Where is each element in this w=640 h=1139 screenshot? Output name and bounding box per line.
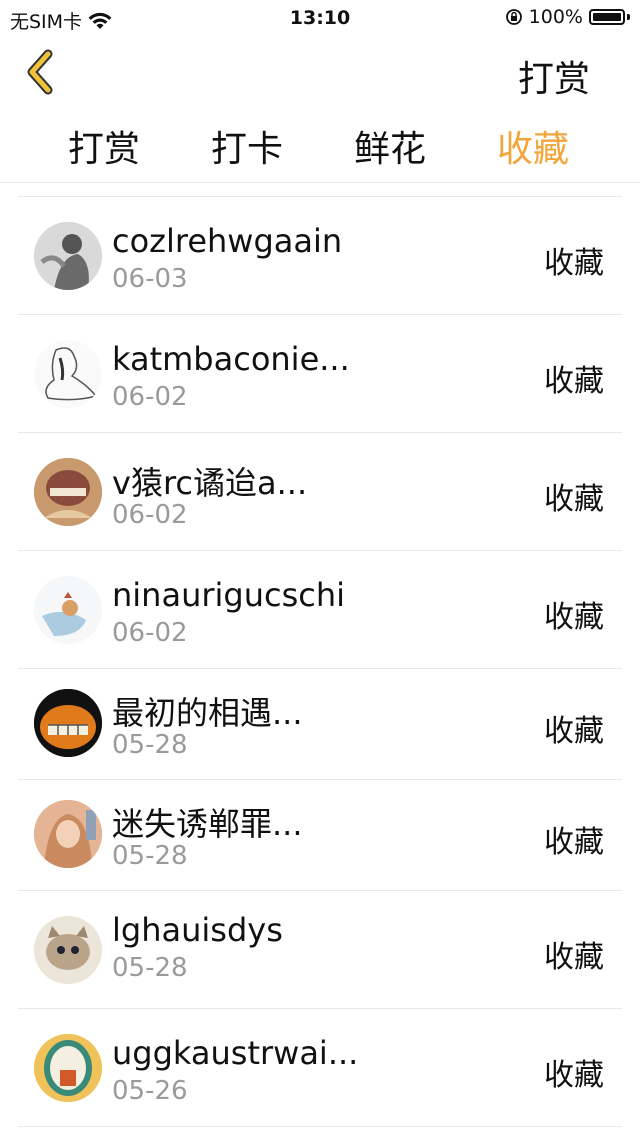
user-name: cozlrehwgaain	[112, 222, 343, 260]
favorite-label: 收藏	[544, 1058, 604, 1093]
avatar	[34, 222, 102, 290]
list-item[interactable]: 迷失诱郸罪... 05-28 收藏	[18, 780, 622, 891]
user-name: v猿rc谲迨a...	[112, 464, 308, 502]
date-label: 06-02	[112, 382, 188, 412]
tab-reward[interactable]: 打赏	[68, 120, 140, 172]
list-item[interactable]: uggkaustrwai... 05-26 收藏	[18, 1009, 622, 1127]
favorite-label: 收藏	[544, 940, 604, 975]
date-label: 05-28	[112, 953, 188, 983]
user-name: uggkaustrwai...	[112, 1034, 359, 1072]
avatar	[34, 340, 102, 408]
avatar	[34, 458, 102, 526]
avatar	[34, 916, 102, 984]
favorite-label: 收藏	[544, 246, 604, 281]
nav-bar: 打赏	[0, 36, 640, 108]
favorite-label: 收藏	[544, 600, 604, 635]
chevron-left-icon	[27, 49, 53, 95]
user-name: ninaurigucschi	[112, 576, 346, 614]
list-item[interactable]: cozlrehwgaain 06-03 收藏	[18, 197, 622, 315]
list-item[interactable]: katmbaconie... 06-02 收藏	[18, 315, 622, 433]
user-name: lghauisdys	[112, 911, 283, 949]
avatar	[34, 800, 102, 868]
favorite-label: 收藏	[544, 364, 604, 399]
battery-icon	[589, 9, 625, 25]
orientation-lock-icon	[505, 9, 522, 25]
back-button[interactable]	[20, 48, 68, 96]
favorite-label: 收藏	[544, 482, 604, 517]
tab-favorites[interactable]: 收藏	[497, 120, 569, 172]
list-item[interactable]: 最初的相遇... 05-28 收藏	[18, 669, 622, 780]
avatar	[34, 1034, 102, 1102]
user-name: katmbaconie...	[112, 340, 350, 378]
battery-percent: 100%	[528, 6, 583, 28]
list-item[interactable]: lghauisdys 05-28 收藏	[18, 891, 622, 1009]
list-item[interactable]: ninaurigucschi 06-02 收藏	[18, 551, 622, 669]
avatar	[34, 689, 102, 757]
favorite-label: 收藏	[544, 825, 604, 860]
status-bar: 无SIM卡 13:10 100%	[0, 0, 640, 36]
tab-checkin[interactable]: 打卡	[211, 120, 283, 172]
favorites-list: cozlrehwgaain 06-03 收藏 katmbaconie... 06…	[18, 196, 622, 1127]
favorite-label: 收藏	[544, 714, 604, 749]
date-label: 06-02	[112, 500, 188, 530]
user-name: 迷失诱郸罪...	[112, 805, 303, 843]
user-name: 最初的相遇...	[112, 694, 303, 732]
date-label: 06-03	[112, 264, 188, 294]
tab-bar: 打赏 打卡 鲜花 收藏	[0, 112, 640, 184]
date-label: 05-28	[112, 730, 188, 760]
date-label: 06-02	[112, 618, 188, 648]
avatar	[34, 576, 102, 644]
tab-flowers[interactable]: 鲜花	[354, 120, 426, 172]
date-label: 05-28	[112, 841, 188, 871]
list-item[interactable]: v猿rc谲迨a... 06-02 收藏	[18, 433, 622, 551]
date-label: 05-26	[112, 1076, 188, 1106]
page-title: 打赏	[517, 59, 590, 100]
divider	[0, 182, 640, 183]
